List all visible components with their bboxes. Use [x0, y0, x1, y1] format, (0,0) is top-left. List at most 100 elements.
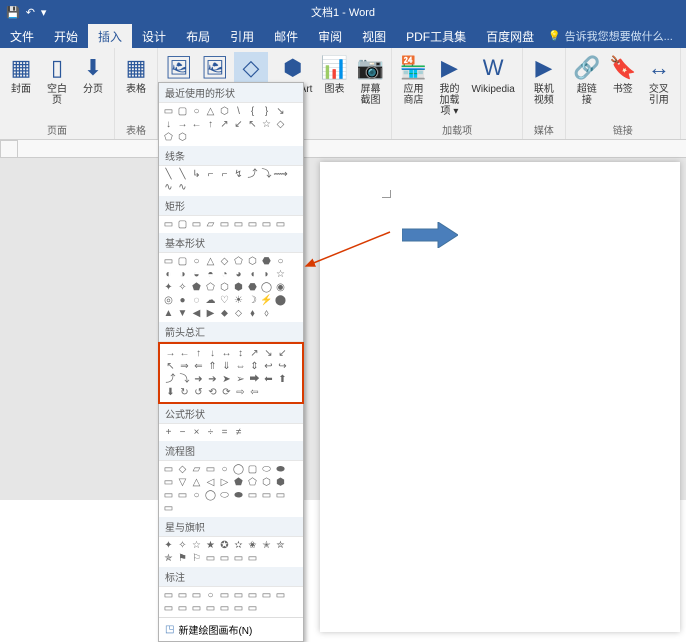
shape-glyph[interactable]: ▭	[163, 106, 174, 117]
shape-glyph[interactable]: ▭	[205, 464, 216, 475]
shape-glyph[interactable]: △	[205, 106, 216, 117]
shape-glyph[interactable]: ↘	[263, 348, 274, 359]
tab-文件[interactable]: 文件	[0, 24, 44, 48]
shape-glyph[interactable]: ↔	[221, 348, 232, 359]
shape-glyph[interactable]: ◐	[163, 269, 174, 280]
shape-glyph[interactable]: ⚑	[177, 553, 188, 564]
shape-glyph[interactable]: ✧	[177, 282, 188, 293]
shape-glyph[interactable]: ◔	[219, 269, 230, 280]
shape-glyph[interactable]: ⬆	[277, 374, 288, 385]
shape-glyph[interactable]: ⬡	[177, 132, 188, 143]
shape-glyph[interactable]: ↙	[233, 119, 244, 130]
shape-glyph[interactable]: ╲	[177, 169, 188, 180]
shape-glyph[interactable]: =	[219, 427, 230, 438]
shape-glyph[interactable]: −	[177, 427, 188, 438]
shape-glyph[interactable]: ☁	[205, 295, 216, 306]
shape-glyph[interactable]: ▭	[275, 490, 286, 501]
shape-glyph[interactable]: ▭	[177, 590, 188, 601]
shape-glyph[interactable]: ⬠	[247, 477, 258, 488]
shape-glyph[interactable]: ◎	[163, 295, 174, 306]
shape-glyph[interactable]: ◁	[205, 477, 216, 488]
shape-glyph[interactable]: ▭	[233, 603, 244, 614]
shape-glyph[interactable]: ➜	[193, 374, 204, 385]
shape-glyph[interactable]: ⇨	[235, 387, 246, 398]
shape-glyph[interactable]: ⬭	[261, 464, 272, 475]
shape-glyph[interactable]: ▭	[233, 553, 244, 564]
undo-icon[interactable]: ↶	[26, 6, 35, 19]
shape-glyph[interactable]: ⬠	[205, 282, 216, 293]
shape-glyph[interactable]: ↙	[277, 348, 288, 359]
shape-glyph[interactable]: ▭	[275, 219, 286, 230]
shape-glyph[interactable]: ↻	[179, 387, 190, 398]
page-break-button[interactable]: ⬇分页	[76, 52, 110, 108]
shape-glyph[interactable]: ↖	[165, 361, 176, 372]
shape-glyph[interactable]: ⬧	[247, 308, 258, 319]
shape-glyph[interactable]: ▲	[163, 308, 174, 319]
shape-glyph[interactable]: ⬇	[165, 387, 176, 398]
shape-glyph[interactable]: ⬡	[219, 106, 230, 117]
tab-PDF工具集[interactable]: PDF工具集	[396, 24, 476, 48]
tab-引用[interactable]: 引用	[220, 24, 264, 48]
store-button[interactable]: 🏪应用商店	[396, 52, 430, 119]
my-addins-button[interactable]: ▶我的加载项 ▾	[432, 52, 466, 119]
shape-glyph[interactable]: ↕	[235, 348, 246, 359]
shape-glyph[interactable]: ⌐	[219, 169, 230, 180]
shape-glyph[interactable]: ⬢	[275, 477, 286, 488]
shape-glyph[interactable]: ⮕	[249, 374, 260, 385]
shape-glyph[interactable]: →	[177, 119, 188, 130]
shape-glyph[interactable]: ◌	[191, 295, 202, 306]
shape-glyph[interactable]: ◯	[233, 464, 244, 475]
right-arrow-shape[interactable]	[402, 222, 458, 248]
shape-glyph[interactable]: ⬨	[261, 308, 272, 319]
shape-glyph[interactable]: ▭	[191, 603, 202, 614]
shape-glyph[interactable]: ×	[191, 427, 202, 438]
shape-glyph[interactable]: ▭	[247, 219, 258, 230]
shape-glyph[interactable]: ○	[219, 464, 230, 475]
new-drawing-canvas[interactable]: ◳新建绘图画布(N)	[159, 617, 303, 641]
shape-glyph[interactable]: ▭	[261, 590, 272, 601]
shape-glyph[interactable]: ○	[275, 256, 286, 267]
cross-ref-button[interactable]: ↔交叉引用	[642, 52, 676, 108]
shape-glyph[interactable]: ◉	[275, 282, 286, 293]
shape-glyph[interactable]: ↖	[247, 119, 258, 130]
shape-glyph[interactable]: ⬅	[263, 374, 274, 385]
shape-glyph[interactable]: }	[261, 106, 272, 117]
shape-glyph[interactable]: ⬟	[233, 477, 244, 488]
shape-glyph[interactable]: ◇	[275, 119, 286, 130]
shape-glyph[interactable]: ▱	[205, 219, 216, 230]
shape-glyph[interactable]: ◗	[261, 269, 272, 280]
shape-glyph[interactable]: ✯	[163, 553, 174, 564]
shape-glyph[interactable]: ⤴	[165, 374, 176, 385]
shape-glyph[interactable]: ⬣	[261, 256, 272, 267]
shape-glyph[interactable]: ↘	[275, 106, 286, 117]
shape-glyph[interactable]: ➢	[235, 374, 246, 385]
shape-glyph[interactable]: ⤵	[261, 169, 272, 180]
shape-glyph[interactable]: ⇒	[179, 361, 190, 372]
shape-glyph[interactable]: ╲	[163, 169, 174, 180]
shape-glyph[interactable]: ✬	[247, 540, 258, 551]
shape-glyph[interactable]: ◓	[205, 269, 216, 280]
shape-glyph[interactable]: ○	[191, 490, 202, 501]
shape-glyph[interactable]: ▢	[177, 256, 188, 267]
shape-glyph[interactable]: ⇕	[249, 361, 260, 372]
shape-glyph[interactable]: ◇	[177, 464, 188, 475]
shape-glyph[interactable]: ▭	[177, 603, 188, 614]
shape-glyph[interactable]: ✪	[219, 540, 230, 551]
shape-glyph[interactable]: △	[205, 256, 216, 267]
shape-glyph[interactable]: ✮	[275, 540, 286, 551]
tab-视图[interactable]: 视图	[352, 24, 396, 48]
cover-page-button[interactable]: ▦封面	[4, 52, 38, 108]
qat-dropdown-icon[interactable]: ▾	[41, 6, 47, 19]
shape-glyph[interactable]: ⤵	[179, 374, 190, 385]
shape-glyph[interactable]: ○	[191, 256, 202, 267]
shape-glyph[interactable]: ▭	[275, 590, 286, 601]
shape-glyph[interactable]: ⬦	[233, 308, 244, 319]
shape-glyph[interactable]: ▭	[247, 603, 258, 614]
shape-glyph[interactable]: ✧	[177, 540, 188, 551]
shape-glyph[interactable]: ⚐	[191, 553, 202, 564]
shape-glyph[interactable]: ▭	[177, 490, 188, 501]
shape-glyph[interactable]: ⟳	[221, 387, 232, 398]
shape-glyph[interactable]: ▭	[163, 256, 174, 267]
shape-glyph[interactable]: ☽	[247, 295, 258, 306]
shape-glyph[interactable]: \	[233, 106, 244, 117]
